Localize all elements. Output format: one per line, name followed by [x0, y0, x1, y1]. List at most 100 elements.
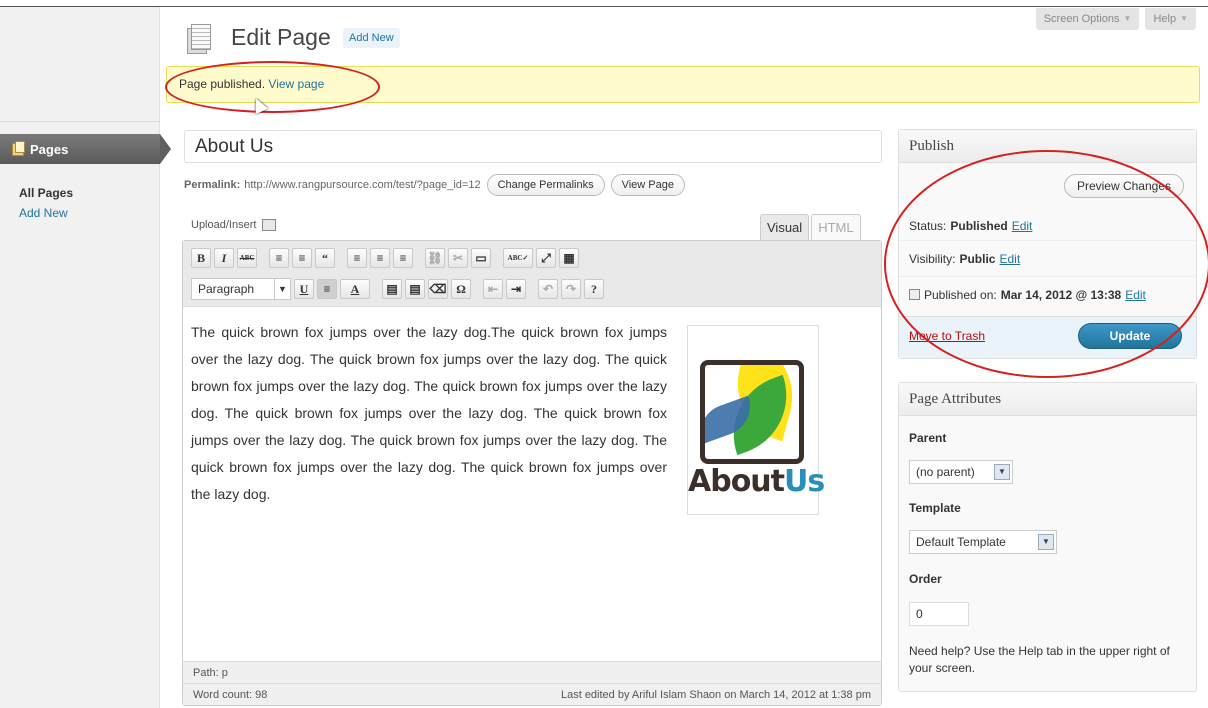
- edit-status-link[interactable]: Edit: [1012, 219, 1033, 233]
- publishing-actions: Move to Trash Update: [899, 316, 1196, 358]
- chevron-down-icon: ▼: [1038, 534, 1054, 550]
- toolbar-row-1: B I ABC ≡ ≡ “ ≡ ≡ ≡ ⛓ ✂ ▭ ABC✓ ⤢ ▦: [191, 248, 579, 268]
- chevron-down-icon: ▼: [274, 279, 290, 299]
- sidebar-menu-pages[interactable]: Pages: [0, 134, 171, 164]
- page-title: Edit Page: [231, 24, 331, 50]
- parent-label: Parent: [909, 431, 947, 445]
- screen-meta-tabs: Screen Options ▼ Help ▼: [1035, 8, 1196, 30]
- updated-notice: Page published. View page: [166, 66, 1200, 103]
- upload-insert-label: Upload/Insert: [191, 219, 257, 231]
- pages-submenu: All Pages Add New: [19, 183, 73, 223]
- template-select-value: Default Template: [916, 535, 1006, 549]
- post-title-input[interactable]: About Us: [184, 130, 882, 163]
- page-attributes-box: Page Attributes Parent (no parent) ▼ Tem…: [898, 382, 1197, 692]
- permalink-label: Permalink:: [184, 179, 241, 191]
- status-value: Published: [950, 219, 1008, 233]
- insert-link-button[interactable]: ⛓: [425, 248, 445, 268]
- order-label: Order: [909, 572, 942, 586]
- view-page-button[interactable]: View Page: [610, 174, 685, 196]
- help-label: Help: [1153, 13, 1177, 25]
- unlink-button[interactable]: ✂: [448, 248, 468, 268]
- indent-button[interactable]: ⇥: [506, 279, 526, 299]
- align-center-button[interactable]: ≡: [370, 248, 390, 268]
- update-button[interactable]: Update: [1078, 323, 1182, 349]
- tab-visual[interactable]: Visual: [760, 214, 810, 240]
- published-on-label: Published on:: [924, 287, 997, 302]
- preview-changes-button[interactable]: Preview Changes: [1063, 174, 1184, 198]
- insert-more-button[interactable]: ▭: [471, 248, 491, 268]
- strikethrough-button[interactable]: ABC: [237, 248, 257, 268]
- justify-button[interactable]: ≡: [317, 279, 337, 299]
- permalink-url: http://www.rangpursource.com/test/?page_…: [244, 179, 481, 191]
- undo-button[interactable]: ↶: [538, 279, 558, 299]
- tab-html[interactable]: HTML: [811, 214, 861, 240]
- align-left-button[interactable]: ≡: [347, 248, 367, 268]
- chevron-down-icon: ▼: [994, 464, 1010, 480]
- visibility-row: Visibility: Public Edit: [899, 240, 1196, 276]
- last-edited: Last edited by Ariful Islam Shaon on Mar…: [560, 689, 871, 701]
- pages-icon: [12, 140, 25, 156]
- order-input[interactable]: 0: [909, 602, 969, 626]
- publish-heading: Publish: [899, 130, 1196, 163]
- attributes-help-text: Need help? Use the Help tab in the upper…: [909, 644, 1170, 675]
- edit-page-icon: [187, 24, 211, 54]
- move-to-trash-link[interactable]: Move to Trash: [909, 329, 985, 343]
- about-us-logo-text: AboutUs: [688, 464, 825, 499]
- format-select[interactable]: Paragraph ▼: [191, 278, 291, 300]
- view-page-link[interactable]: View page: [268, 77, 324, 91]
- screen-options-tab[interactable]: Screen Options ▼: [1035, 8, 1140, 30]
- top-border: [0, 6, 1208, 7]
- template-label: Template: [909, 501, 961, 515]
- spellcheck-button[interactable]: ABC✓: [503, 248, 533, 268]
- fullscreen-button[interactable]: ⤢: [536, 248, 556, 268]
- upload-insert: Upload/Insert: [191, 219, 277, 231]
- edit-date-link[interactable]: Edit: [1125, 288, 1146, 302]
- sidebar-item-all-pages[interactable]: All Pages: [19, 183, 73, 203]
- bullet-list-button[interactable]: ≡: [269, 248, 289, 268]
- bold-button[interactable]: B: [191, 248, 211, 268]
- screen-options-label: Screen Options: [1043, 13, 1120, 25]
- kitchen-sink-button[interactable]: ▦: [559, 248, 579, 268]
- chevron-down-icon: ▼: [1180, 14, 1188, 23]
- editor-help-button[interactable]: ?: [584, 279, 604, 299]
- edit-visibility-link[interactable]: Edit: [999, 252, 1020, 266]
- editor-status-bar: Word count: 98 Last edited by Ariful Isl…: [183, 683, 881, 705]
- sidebar-separator: [0, 121, 160, 122]
- sidebar-menu-pages-label: Pages: [30, 141, 69, 157]
- paste-text-button[interactable]: ▤: [382, 279, 402, 299]
- numbered-list-button[interactable]: ≡: [292, 248, 312, 268]
- help-tab[interactable]: Help ▼: [1145, 8, 1196, 30]
- calendar-icon: [909, 289, 920, 300]
- remove-format-button[interactable]: ⌫: [428, 279, 448, 299]
- add-media-icon[interactable]: [262, 219, 277, 231]
- editor-toolbar: B I ABC ≡ ≡ “ ≡ ≡ ≡ ⛓ ✂ ▭ ABC✓ ⤢ ▦ Parag…: [183, 241, 881, 307]
- sidebar-item-add-new[interactable]: Add New: [19, 203, 73, 223]
- italic-button[interactable]: I: [214, 248, 234, 268]
- text-color-button[interactable]: A: [340, 279, 370, 299]
- permalink-row: Permalink: http://www.rangpursource.com/…: [184, 173, 685, 197]
- special-character-button[interactable]: Ω: [451, 279, 471, 299]
- publish-box: Publish Preview Changes Status: Publishe…: [898, 129, 1197, 359]
- template-select[interactable]: Default Template ▼: [909, 530, 1057, 554]
- outdent-button[interactable]: ⇤: [483, 279, 503, 299]
- about-us-logo: [700, 360, 804, 464]
- published-on-row: Published on: Mar 14, 2012 @ 13:38 Edit: [899, 276, 1196, 312]
- visibility-value: Public: [959, 251, 996, 266]
- word-count: Word count: 98: [193, 689, 268, 701]
- change-permalinks-button[interactable]: Change Permalinks: [486, 174, 605, 196]
- admin-sidebar: [0, 7, 160, 708]
- align-right-button[interactable]: ≡: [393, 248, 413, 268]
- published-on-value: Mar 14, 2012 @ 13:38: [1000, 287, 1122, 302]
- post-status-row: Status: Published Edit: [899, 208, 1196, 244]
- parent-select[interactable]: (no parent) ▼: [909, 460, 1013, 484]
- about-us-image[interactable]: AboutUs: [687, 325, 825, 515]
- paste-word-button[interactable]: ▤: [405, 279, 425, 299]
- add-new-button[interactable]: Add New: [343, 28, 400, 48]
- visibility-label: Visibility:: [909, 251, 956, 266]
- editor-content[interactable]: The quick brown fox jumps over the lazy …: [191, 319, 667, 508]
- blockquote-button[interactable]: “: [315, 248, 335, 268]
- editor-container: B I ABC ≡ ≡ “ ≡ ≡ ≡ ⛓ ✂ ▭ ABC✓ ⤢ ▦ Parag…: [182, 240, 882, 706]
- underline-button[interactable]: U: [294, 279, 314, 299]
- redo-button[interactable]: ↷: [561, 279, 581, 299]
- editor-tabs: Visual HTML: [760, 214, 861, 240]
